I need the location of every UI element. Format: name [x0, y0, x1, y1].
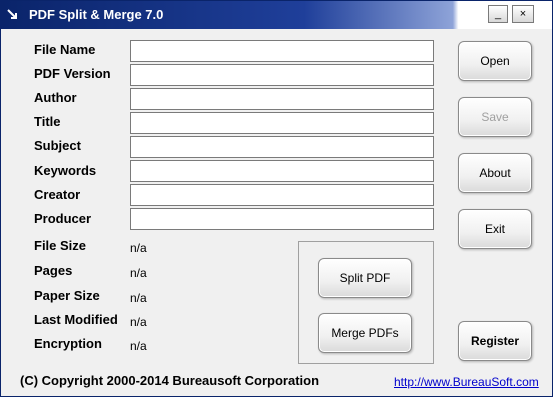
save-button[interactable]: Save: [458, 97, 532, 137]
file-size-label: File Size: [34, 238, 87, 253]
last-modified-value: n/a: [130, 315, 147, 329]
file-name-label: File Name: [34, 42, 96, 57]
main-window: PDF Split & Merge 7.0 _ × File Name PDF …: [0, 0, 553, 397]
pages-value: n/a: [130, 266, 147, 280]
exit-button[interactable]: Exit: [458, 209, 532, 249]
merge-pdfs-button[interactable]: Merge PDFs: [318, 313, 412, 353]
producer-field[interactable]: [130, 208, 434, 230]
last-modified-label: Last Modified: [34, 312, 118, 327]
creator-label: Creator: [34, 187, 81, 202]
encryption-value: n/a: [130, 339, 147, 353]
title-label: Title: [34, 114, 61, 129]
website-link[interactable]: http://www.BureauSoft.com: [394, 375, 539, 389]
copyright-text: (C) Copyright 2000-2014 Bureausoft Corpo…: [20, 373, 320, 388]
paper-size-value: n/a: [130, 291, 147, 305]
pages-label: Pages: [34, 263, 73, 278]
title-bar[interactable]: PDF Split & Merge 7.0 _ ×: [1, 1, 552, 29]
register-button[interactable]: Register: [458, 321, 532, 361]
encryption-label: Encryption: [34, 336, 102, 351]
author-field[interactable]: [130, 88, 434, 110]
pdf-version-label: PDF Version: [34, 66, 111, 81]
app-icon: [7, 9, 17, 19]
subject-label: Subject: [34, 138, 81, 153]
producer-label: Producer: [34, 211, 92, 226]
pdf-version-field[interactable]: [130, 64, 434, 86]
creator-field[interactable]: [130, 184, 434, 206]
split-merge-group: Split PDF Merge PDFs: [298, 241, 434, 364]
split-pdf-button[interactable]: Split PDF: [318, 258, 412, 298]
file-name-field[interactable]: [130, 40, 434, 62]
paper-size-label: Paper Size: [34, 288, 100, 303]
keywords-field[interactable]: [130, 160, 434, 182]
open-button[interactable]: Open: [458, 41, 532, 81]
file-size-value: n/a: [130, 241, 147, 255]
keywords-label: Keywords: [34, 163, 97, 178]
subject-field[interactable]: [130, 136, 434, 158]
title-field[interactable]: [130, 112, 434, 134]
author-label: Author: [34, 90, 77, 105]
minimize-button[interactable]: _: [488, 5, 508, 23]
window-title: PDF Split & Merge 7.0: [29, 7, 164, 22]
close-button[interactable]: ×: [512, 5, 534, 23]
about-button[interactable]: About: [458, 153, 532, 193]
